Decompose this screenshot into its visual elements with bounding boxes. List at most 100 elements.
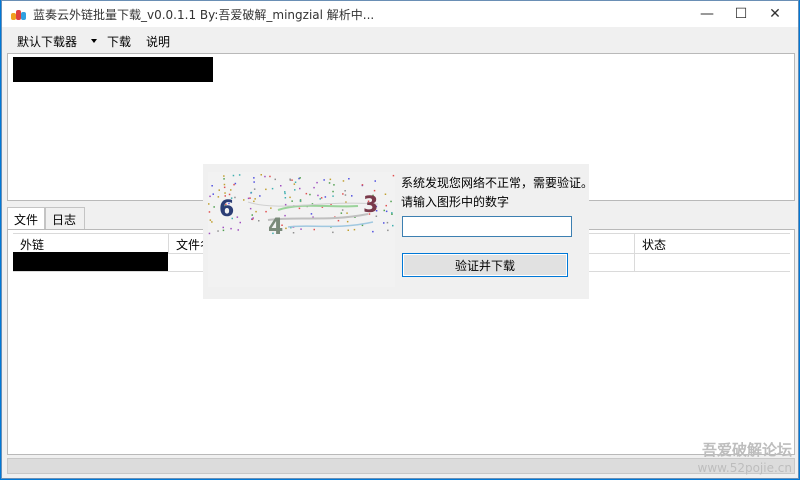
noise-dot — [305, 192, 308, 195]
noise-dot — [208, 203, 210, 205]
captcha-digit: 6 — [219, 197, 234, 222]
maximize-button[interactable]: ☐ — [724, 1, 758, 27]
noise-dot — [323, 179, 325, 181]
dialog-message-line2: 请输入图形中的数字 — [401, 195, 510, 209]
noise-dot — [232, 174, 235, 177]
captcha-digit: 3 — [363, 193, 378, 218]
noise-dot — [391, 212, 393, 214]
noise-dot — [258, 220, 260, 222]
noise-dot — [233, 183, 235, 186]
noise-dot — [234, 196, 236, 199]
noise-dot — [300, 228, 302, 230]
noise-dot — [313, 228, 315, 231]
downloader-select[interactable]: 默认下载器 — [17, 33, 77, 50]
tab-log[interactable]: 日志 — [45, 207, 85, 229]
noise-dot — [222, 229, 225, 232]
noise-dot — [346, 212, 348, 214]
noise-dot — [251, 214, 253, 216]
noise-dot — [270, 207, 272, 209]
dialog-message: 系统发现您网络不正常，需要验证。 请输入图形中的数字 — [401, 174, 593, 212]
noise-dot — [385, 210, 388, 213]
noise-dot — [289, 179, 292, 181]
noise-dot — [317, 194, 319, 197]
noise-dot — [341, 209, 344, 211]
noise-dot — [223, 175, 225, 177]
captcha-input[interactable] — [402, 216, 572, 237]
window-title: 蓝奏云外链批量下载_v0.0.1.1 By:吾爱破解_mingzial 解析中.… — [33, 8, 375, 22]
menu-download[interactable]: 下载 — [107, 33, 131, 50]
chevron-down-icon[interactable] — [91, 39, 97, 43]
noise-dot — [280, 185, 282, 187]
noise-dot — [373, 189, 376, 192]
noise-dot — [298, 207, 301, 210]
noise-dot — [249, 197, 251, 199]
status-bar — [7, 458, 795, 474]
noise-dot — [213, 206, 215, 208]
noise-dot — [255, 210, 257, 213]
noise-dot — [333, 184, 335, 186]
noise-dot — [234, 182, 237, 185]
noise-dot — [299, 200, 302, 202]
noise-dot — [372, 230, 374, 233]
noise-dot — [292, 232, 295, 234]
title-bar[interactable]: 蓝奏云外链批量下载_v0.0.1.1 By:吾爱破解_mingzial 解析中.… — [2, 1, 798, 27]
noise-dot — [392, 224, 394, 227]
close-button[interactable]: ✕ — [758, 1, 792, 27]
noise-dot — [320, 197, 323, 199]
noise-dot — [211, 185, 213, 187]
noise-dot — [284, 203, 287, 206]
noise-dot — [251, 218, 254, 221]
noise-dot — [284, 192, 286, 195]
noise-dot — [253, 181, 255, 183]
noise-dot — [259, 195, 261, 197]
noise-dot — [274, 178, 276, 181]
noise-dot — [284, 191, 286, 193]
noise-dot — [291, 179, 293, 181]
noise-dot — [337, 219, 340, 222]
noise-dot — [374, 180, 376, 182]
noise-dot — [237, 229, 239, 231]
noise-dot — [208, 211, 211, 213]
column-header-status[interactable]: 状态 — [642, 236, 666, 253]
noise-dot — [294, 189, 296, 191]
noise-dot — [316, 181, 318, 184]
noise-dot — [253, 200, 255, 203]
maximize-icon: ☐ — [734, 6, 748, 22]
redacted-cell — [13, 252, 168, 271]
menu-help[interactable]: 说明 — [146, 33, 170, 50]
noise-dot — [269, 175, 271, 178]
noise-dot — [328, 182, 331, 184]
app-window: 蓝奏云外链批量下载_v0.0.1.1 By:吾爱破解_mingzial 解析中.… — [1, 0, 799, 479]
app-icon — [11, 8, 27, 20]
verify-download-button[interactable]: 验证并下载 — [402, 253, 568, 277]
noise-dot — [236, 216, 239, 218]
noise-dot — [383, 209, 385, 212]
noise-dot — [243, 199, 245, 201]
watermark-title: 吾爱破解论坛 — [701, 441, 792, 459]
column-header-link[interactable]: 外链 — [20, 236, 44, 253]
noise-dot — [383, 222, 385, 224]
noise-dot — [329, 178, 332, 181]
noise-dot — [223, 186, 226, 189]
noise-dot — [249, 207, 252, 210]
noise-dot — [342, 180, 345, 182]
noise-dot — [212, 193, 214, 195]
noise-dot — [223, 178, 225, 180]
close-icon: ✕ — [769, 6, 781, 22]
noise-dot — [385, 204, 387, 207]
noise-dot — [387, 229, 389, 232]
tab-files[interactable]: 文件 — [7, 207, 45, 230]
noise-dot — [319, 198, 321, 200]
noise-dot — [265, 210, 267, 213]
minimize-button[interactable]: — — [690, 1, 724, 27]
noise-dot — [228, 193, 231, 196]
noise-dot — [222, 226, 224, 229]
noise-dot — [217, 230, 219, 232]
noise-dot — [332, 231, 334, 234]
noise-dot — [347, 229, 349, 231]
noise-dot — [238, 174, 241, 176]
noise-dot — [293, 183, 296, 185]
noise-dot — [342, 193, 344, 195]
noise-dot — [392, 174, 395, 177]
captcha-digit: 4 — [268, 215, 283, 240]
